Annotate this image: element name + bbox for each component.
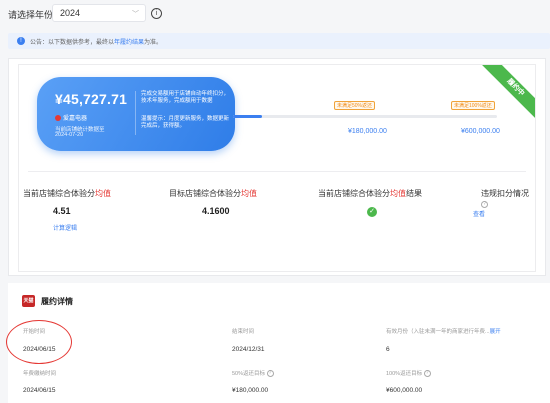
calc-logic-link[interactable]: 计算逻辑 — [53, 223, 77, 232]
target-100-value: ¥600,000.00 — [386, 387, 423, 394]
info-circle-icon: ! — [17, 37, 25, 45]
tmall-icon: 天猫 — [22, 295, 35, 307]
target-100-label: 100%返还目标 ? — [386, 369, 431, 377]
chevron-down-icon: ﹀ — [132, 11, 139, 18]
help-icon[interactable]: ? — [423, 370, 431, 377]
target-50-label: 50%返还目标 ? — [232, 369, 274, 377]
metric-current-score-label: 当前店铺综合体验分均值 — [23, 188, 111, 199]
help-icon[interactable]: ? — [481, 201, 488, 208]
details-section: 天猫 履约详情 开始时间 结束时间 有效月份（入驻未满一年的商家进行年费...展… — [8, 283, 550, 403]
m3-suffix: 结果 — [406, 189, 422, 198]
notice-bar: ! 公告：以下数据供参考，最终以年履约结果为准。 — [8, 33, 550, 49]
amount-card: ¥45,727.71 爱嘉电器 当前店铺统计数据至 2024-07-20 完成交… — [37, 77, 235, 151]
valid-months-text: 有效月份（入驻未满一年的商家进行年费... — [386, 329, 490, 335]
milestone-amount-100: ¥600,000.00 — [461, 128, 500, 135]
divider — [28, 171, 526, 172]
card-desc-2: 温馨提示：月度更新服务，数据更新完成后，获得额。 — [141, 116, 230, 129]
m3-text: 当前店铺综合体验分 — [318, 189, 390, 198]
performance-panel: 履约中 ¥45,727.71 爱嘉电器 当前店铺统计数据至 2024-07-20… — [8, 58, 546, 276]
m4-text: 违规扣分情况 — [481, 189, 529, 198]
m2-highlight: 均值 — [241, 189, 257, 198]
m3-highlight: 均值 — [390, 189, 406, 198]
view-violations-link[interactable]: 查看 — [473, 209, 485, 218]
current-score-value: 4.51 — [53, 206, 71, 216]
metric-result-label: 当前店铺综合体验分均值结果 — [318, 188, 422, 199]
year-label: 请选择年份: — [8, 10, 56, 20]
details-title: 履约详情 — [41, 297, 73, 306]
milestone-tag-50: 未满足50%返还 — [334, 101, 376, 110]
card-brand-label: 爱嘉电器 — [63, 116, 88, 122]
milestone-amount-50: ¥180,000.00 — [348, 128, 387, 135]
milestone-tag-100: 未满足100%返还 — [451, 101, 495, 110]
target-50-value: ¥180,000.00 — [232, 387, 269, 394]
card-desc: 完成交易额用于店铺自动年终扣分，技术年服务，完成额用于数据 — [141, 91, 230, 104]
target-score-value: 4.1600 — [202, 206, 230, 216]
end-time-value: 2024/12/31 — [232, 346, 265, 353]
brand-logo-icon — [55, 115, 61, 122]
notice-prefix: 公告：以下数据供参考，最终以 — [30, 40, 115, 46]
end-time-label: 结束时间 — [232, 329, 255, 335]
help-icon[interactable]: ? — [266, 370, 274, 377]
performance-card: 履约中 ¥45,727.71 爱嘉电器 当前店铺统计数据至 2024-07-20… — [18, 64, 536, 272]
valid-months-label: 有效月份（入驻未满一年的商家进行年费...展开 — [386, 327, 501, 335]
valid-months-value: 6 — [386, 346, 390, 353]
notice-link[interactable]: 年履约结果 — [114, 40, 144, 46]
expand-link[interactable]: 展开 — [490, 329, 501, 335]
card-amount: ¥45,727.71 — [55, 91, 128, 107]
year-select-value: 2024 — [60, 8, 81, 18]
target-50-text: 50%返还目标 — [232, 371, 266, 377]
year-select[interactable]: 2024 ﹀ — [52, 4, 146, 22]
status-ribbon: 履约中 — [474, 65, 535, 129]
card-brand: 爱嘉电器 — [55, 113, 87, 122]
progress-track — [233, 115, 497, 118]
target-100-text: 100%返还目标 — [386, 371, 423, 377]
m1-highlight: 均值 — [95, 189, 111, 198]
check-circle-icon: ✓ — [367, 207, 377, 217]
annotation-circle — [6, 320, 72, 364]
card-sub2: 2024-07-20 — [55, 132, 84, 138]
m1-text: 当前店铺综合体验分 — [23, 189, 95, 198]
progress-fill — [233, 115, 263, 118]
metric-violation-label: 违规扣分情况 ? — [481, 188, 535, 208]
card-divider — [135, 91, 136, 135]
fee-time-label: 年费缴纳时间 — [23, 371, 57, 377]
fee-time-value: 2024/06/15 — [23, 387, 56, 394]
m2-text: 目标店铺综合体验分 — [169, 189, 241, 198]
notice-suffix: 为准。 — [144, 40, 163, 46]
info-icon[interactable]: i — [151, 8, 162, 19]
metric-target-score-label: 目标店铺综合体验分均值 — [169, 188, 257, 199]
